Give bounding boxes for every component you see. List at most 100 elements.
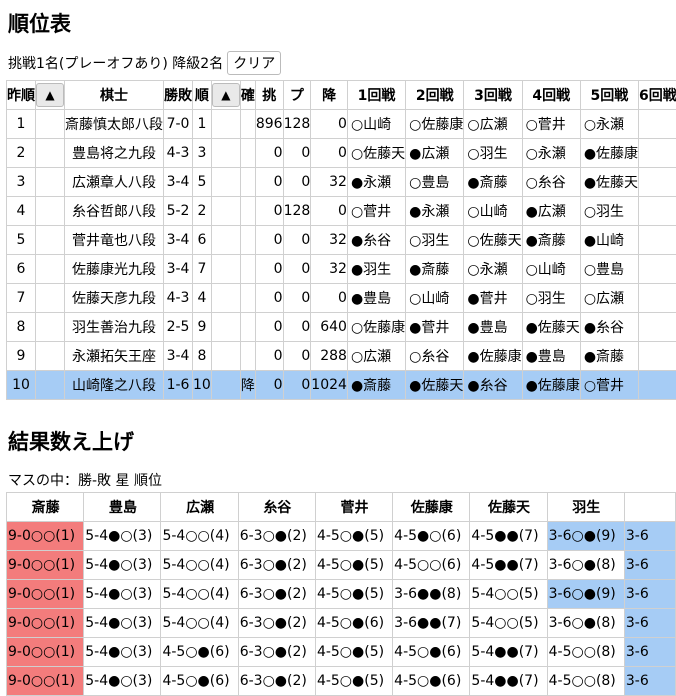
playoff-count-cell: 128 xyxy=(283,110,311,139)
results-cell: 5-4●○(3) xyxy=(84,667,161,696)
round-result-cell: ●豊島 xyxy=(522,342,580,371)
rank-cell: 10 xyxy=(193,371,212,400)
results-table: 斎藤豊島広瀬糸谷菅井佐藤康佐藤天羽生 9-0○○(1)5-4●○(3)5-4○○… xyxy=(6,492,676,696)
round-result-cell: ●菅井 xyxy=(406,313,464,342)
challenger-count-cell: 896 xyxy=(255,110,283,139)
spacer-cell xyxy=(36,168,65,197)
round-result-cell xyxy=(639,313,676,342)
results-header-cell: 佐藤天 xyxy=(470,493,547,522)
results-cell: 5-4●○(3) xyxy=(84,580,161,609)
standings-header-cell: 1回戦 xyxy=(347,81,405,110)
results-row: 9-0○○(1)5-4●○(3)5-4○○(4)6-3○●(2)4-5○●(5)… xyxy=(7,580,676,609)
results-cell: 4-5○●(6) xyxy=(161,638,238,667)
round-result-cell: ○佐藤康 xyxy=(406,110,464,139)
challenger-count-cell: 0 xyxy=(255,284,283,313)
spacer-cell xyxy=(36,139,65,168)
results-row: 9-0○○(1)5-4●○(3)5-4○○(4)6-3○●(2)4-5○●(5)… xyxy=(7,522,676,551)
standings-header-cell: 2回戦 xyxy=(406,81,464,110)
round-result-cell: ●糸谷 xyxy=(580,313,638,342)
results-cell: 6-3○●(2) xyxy=(238,551,315,580)
record-cell: 3-4 xyxy=(164,226,193,255)
results-header-cell: 佐藤康 xyxy=(393,493,470,522)
results-cell: 6-3○●(2) xyxy=(238,580,315,609)
sort-button[interactable]: ▲ xyxy=(36,83,64,107)
confirmed-cell: 降 xyxy=(240,371,255,400)
round-result-cell: ○糸谷 xyxy=(406,342,464,371)
standings-header-cell: 降 xyxy=(311,81,348,110)
round-result-cell: ○山崎 xyxy=(347,110,405,139)
round-result-cell: ●斎藤 xyxy=(464,168,522,197)
challenger-count-cell: 0 xyxy=(255,255,283,284)
standings-header-cell: 確 xyxy=(240,81,255,110)
results-cell: 5-4○○(5) xyxy=(470,580,547,609)
spacer-cell xyxy=(211,139,240,168)
spacer-cell xyxy=(36,255,65,284)
round-result-cell xyxy=(639,139,676,168)
rank-cell: 5 xyxy=(193,168,212,197)
results-cell: 5-4●●(7) xyxy=(470,638,547,667)
prev-rank-cell: 9 xyxy=(7,342,36,371)
standings-row: 4糸谷哲郎八段5-2201280○菅井●永瀬○山崎●広瀬○羽生 xyxy=(7,197,676,226)
standings-header-cell: 昨順 xyxy=(7,81,36,110)
results-cell: 4-5○○(8) xyxy=(547,638,624,667)
relegation-count-cell: 32 xyxy=(311,226,348,255)
results-cell: 3-6 xyxy=(624,667,675,696)
challenger-count-cell: 0 xyxy=(255,168,283,197)
clear-button[interactable]: クリア xyxy=(227,51,281,75)
results-row: 9-0○○(1)5-4●○(3)4-5○●(6)6-3○●(2)4-5○●(5)… xyxy=(7,667,676,696)
rank-cell: 7 xyxy=(193,255,212,284)
record-cell: 2-5 xyxy=(164,313,193,342)
results-cell: 3-6 xyxy=(624,609,675,638)
results-cell: 4-5○●(6) xyxy=(393,667,470,696)
standings-header-cell: 5回戦 xyxy=(580,81,638,110)
results-cell: 4-5○●(6) xyxy=(161,667,238,696)
round-result-cell xyxy=(639,255,676,284)
round-result-cell xyxy=(639,110,676,139)
player-name-cell: 菅井竜也八段 xyxy=(65,226,164,255)
spacer-cell xyxy=(36,197,65,226)
standings-header-cell: プ xyxy=(283,81,311,110)
record-cell: 7-0 xyxy=(164,110,193,139)
challenger-count-cell: 0 xyxy=(255,197,283,226)
results-header-cell: 豊島 xyxy=(84,493,161,522)
confirmed-cell xyxy=(240,226,255,255)
spacer-cell xyxy=(211,342,240,371)
results-cell: 3-6 xyxy=(624,580,675,609)
round-result-cell: ●広瀬 xyxy=(522,197,580,226)
results-cell: 4-5○●(5) xyxy=(315,638,392,667)
results-cell: 6-3○●(2) xyxy=(238,638,315,667)
round-result-cell: ○山崎 xyxy=(464,197,522,226)
spacer-cell xyxy=(211,197,240,226)
results-cell: 3-6○●(8) xyxy=(547,609,624,638)
standings-header-cell: ▲ xyxy=(36,81,65,110)
round-result-cell: ○永瀬 xyxy=(580,110,638,139)
record-cell: 3-4 xyxy=(164,168,193,197)
prev-rank-cell: 4 xyxy=(7,197,36,226)
round-result-cell: ●斎藤 xyxy=(522,226,580,255)
standings-row: 5菅井竜也八段3-460032●糸谷○羽生○佐藤天●斎藤●山崎 xyxy=(7,226,676,255)
spacer-cell xyxy=(211,168,240,197)
challenger-count-cell: 0 xyxy=(255,313,283,342)
round-result-cell: ●糸谷 xyxy=(347,226,405,255)
rank-cell: 2 xyxy=(193,197,212,226)
record-cell: 4-3 xyxy=(164,284,193,313)
spacer-cell xyxy=(211,226,240,255)
player-name-cell: 佐藤天彦九段 xyxy=(65,284,164,313)
spacer-cell xyxy=(211,110,240,139)
round-result-cell: ○菅井 xyxy=(580,371,638,400)
spacer-cell xyxy=(36,313,65,342)
standings-table: 昨順▲棋士勝敗順▲確挑プ降1回戦2回戦3回戦4回戦5回戦6回戦 1斎藤慎太郎八段… xyxy=(6,80,676,400)
results-cell: 5-4○○(4) xyxy=(161,580,238,609)
results-cell: 4-5○●(5) xyxy=(315,522,392,551)
results-header-cell: 菅井 xyxy=(315,493,392,522)
standings-header-cell: 棋士 xyxy=(65,81,164,110)
results-title: 結果数え上げ xyxy=(8,426,134,456)
prev-rank-cell: 2 xyxy=(7,139,36,168)
spacer-cell xyxy=(36,371,65,400)
sort-button[interactable]: ▲ xyxy=(212,83,240,107)
player-name-cell: 山崎隆之八段 xyxy=(65,371,164,400)
record-cell: 3-4 xyxy=(164,255,193,284)
record-cell: 1-6 xyxy=(164,371,193,400)
results-cell: 5-4●○(3) xyxy=(84,522,161,551)
results-cell: 3-6 xyxy=(624,551,675,580)
